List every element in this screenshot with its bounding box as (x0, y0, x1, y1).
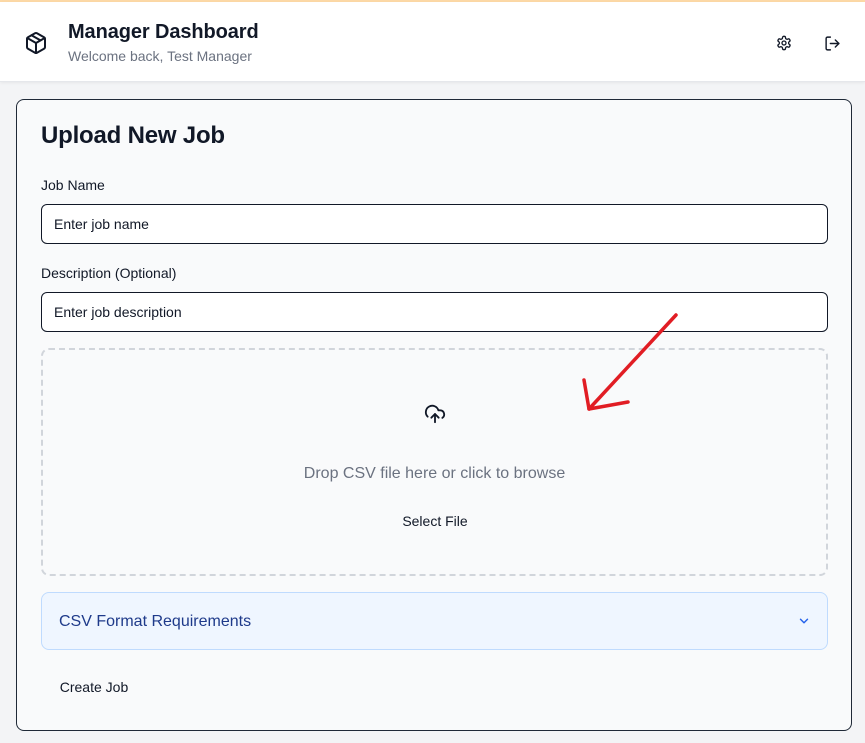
job-name-label: Job Name (41, 177, 105, 193)
csv-requirements-accordion[interactable]: CSV Format Requirements (41, 592, 828, 650)
description-input[interactable] (41, 292, 828, 332)
csv-requirements-title: CSV Format Requirements (59, 613, 252, 630)
dropzone-instructions: Drop CSV file here or click to browse (303, 465, 566, 482)
page-title: Manager Dashboard (68, 21, 259, 43)
cloud-upload-icon (424, 404, 446, 424)
csv-dropzone[interactable]: Drop CSV file here or click to browse Se… (41, 348, 828, 576)
gear-icon (777, 35, 791, 51)
package-icon (26, 32, 46, 54)
logout-icon (824, 35, 840, 51)
upload-job-card: Upload New Job Job Name Description (Opt… (16, 99, 852, 731)
card-title: Upload New Job (41, 122, 225, 149)
description-label: Description (Optional) (41, 265, 177, 281)
welcome-subtitle: Welcome back, Test Manager (68, 48, 252, 64)
select-file-button[interactable]: Select File (386, 505, 484, 537)
logout-button[interactable] (820, 31, 844, 55)
settings-button[interactable] (772, 31, 796, 55)
app-header: Manager Dashboard Welcome back, Test Man… (0, 2, 865, 82)
chevron-down-icon (799, 618, 809, 624)
job-name-input[interactable] (41, 204, 828, 244)
create-job-button[interactable]: Create Job (41, 670, 147, 704)
